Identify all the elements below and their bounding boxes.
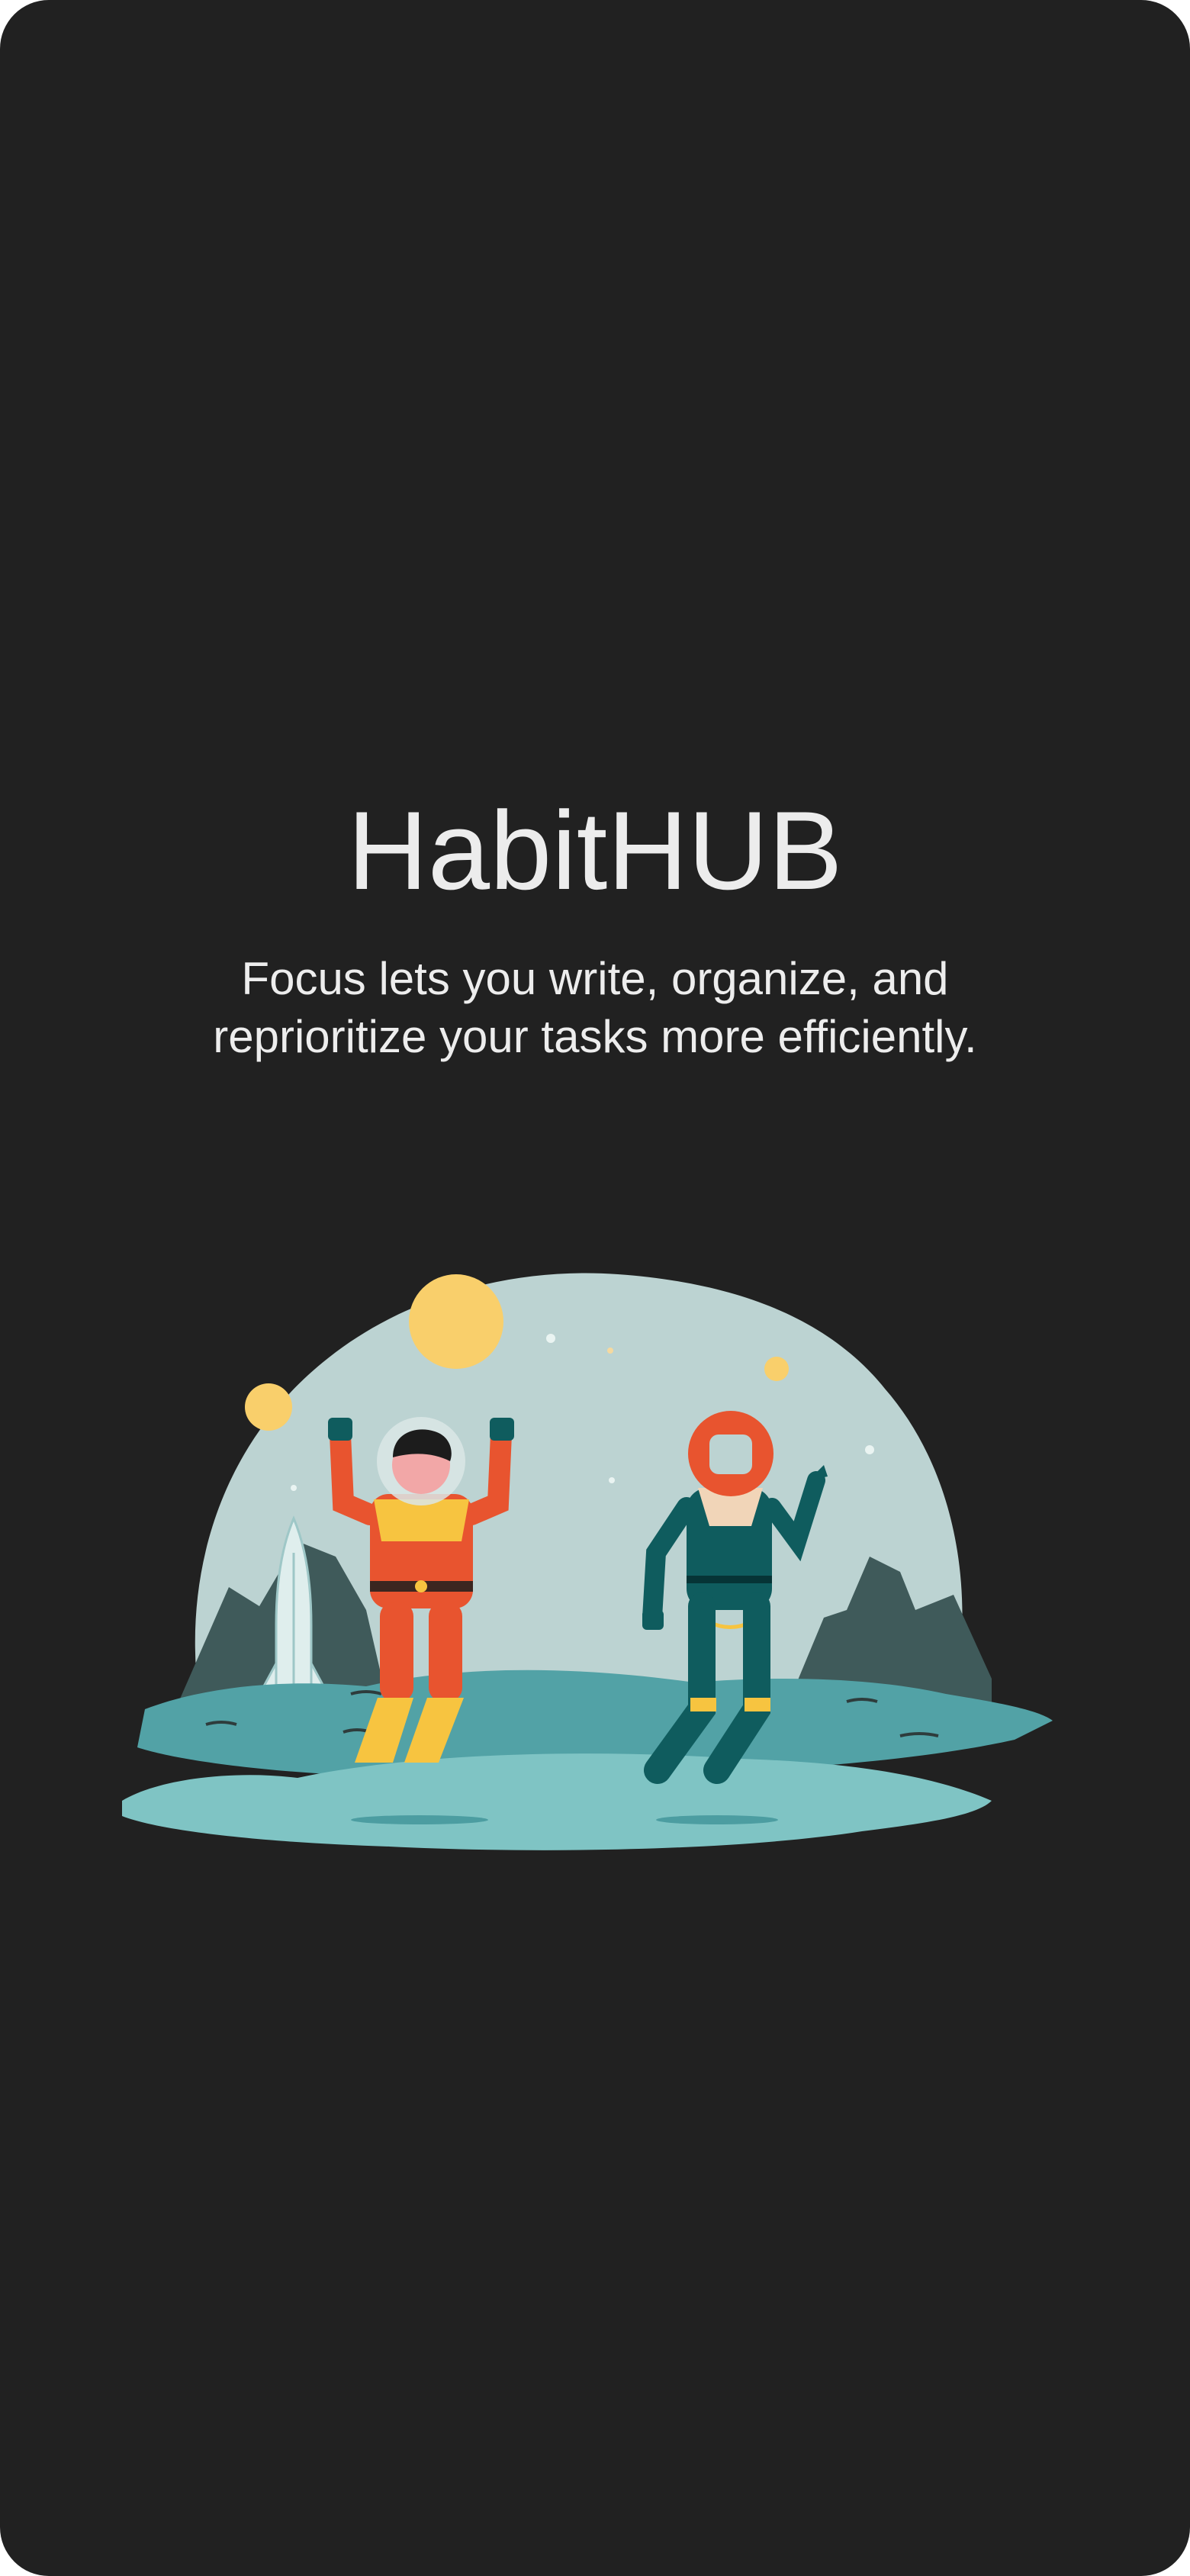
star	[291, 1485, 297, 1491]
astronauts-illustration	[122, 1273, 1053, 1850]
planet-tiny	[764, 1357, 789, 1381]
app-title: HabitHUB	[347, 788, 843, 913]
star	[865, 1445, 874, 1454]
app-tagline: Focus lets you write, organize, and repr…	[213, 953, 977, 1062]
astronaut-shadow	[351, 1815, 488, 1824]
star	[546, 1334, 555, 1343]
onboarding-screen: HabitHUB Focus lets you write, organize,…	[0, 0, 1190, 2576]
planet-large	[409, 1274, 503, 1369]
star	[607, 1348, 613, 1354]
star	[609, 1477, 615, 1483]
planet-small	[245, 1383, 292, 1431]
ground-front	[122, 1753, 992, 1850]
astronaut-shadow	[656, 1815, 778, 1824]
